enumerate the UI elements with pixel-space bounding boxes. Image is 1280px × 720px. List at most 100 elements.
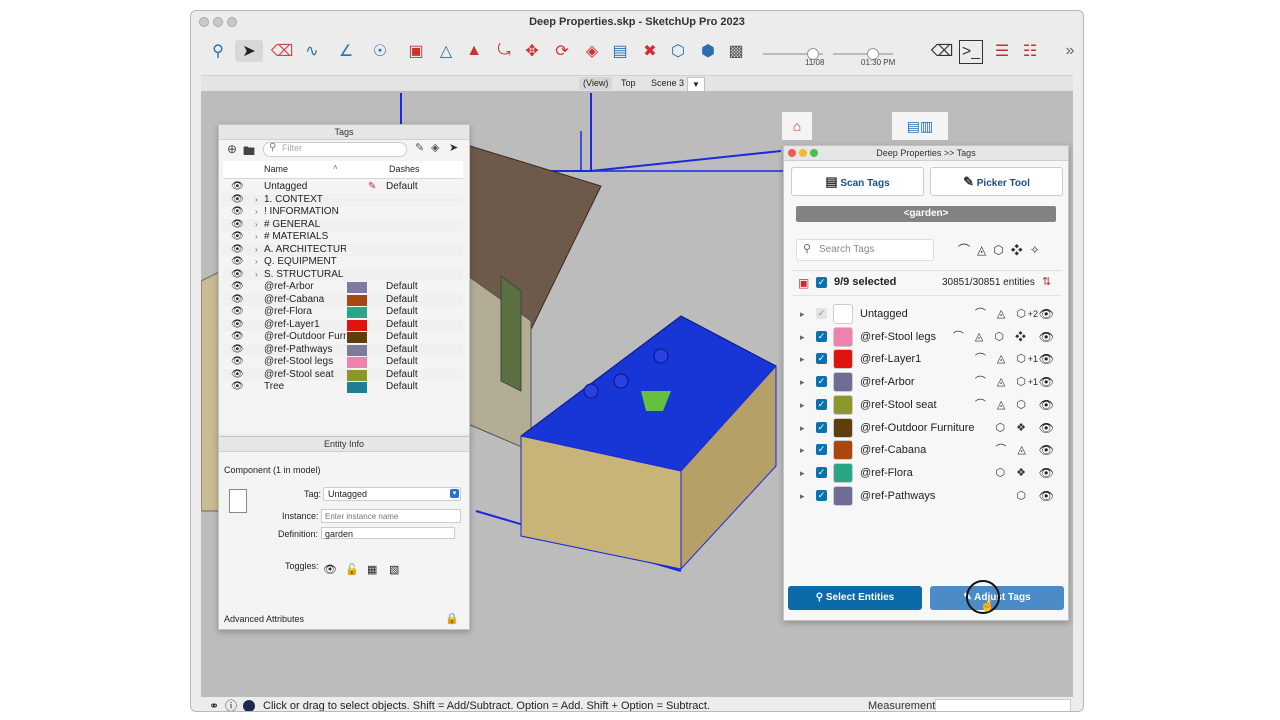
minimize-panel-button[interactable] [799, 149, 807, 157]
row-checkbox[interactable]: ✓ [816, 421, 827, 433]
tag-color-swatch[interactable] [347, 382, 367, 393]
visibility-eye-icon[interactable]: 👁 [1039, 394, 1054, 416]
deep-tag-row[interactable]: ▸ ✓ @ref-Pathways ⬡ 👁 [796, 485, 1060, 507]
user-avatar-icon[interactable] [243, 700, 255, 711]
tab-view[interactable]: (View) [579, 77, 613, 90]
circle-icon[interactable]: ☉ [369, 40, 391, 62]
color-by-tag-icon[interactable]: ◈ [431, 141, 439, 154]
deep-tag-row[interactable]: ▸ ✓ @ref-Cabana ⌒ ◬ 👁 [796, 439, 1060, 461]
tag-row[interactable]: 👁 @ref-Pathways Default [223, 343, 463, 357]
deep-tag-row[interactable]: ▸ ✓ @ref-Stool seat ⌒ ◬ ⬡ 👁 [796, 394, 1060, 416]
freehand-icon[interactable]: ∿ [301, 40, 323, 62]
visibility-eye-icon[interactable]: 👁 [231, 244, 244, 257]
visibility-eye-icon[interactable]: 👁 [1039, 485, 1054, 507]
tag-row[interactable]: 👁 @ref-Flora Default [223, 306, 463, 319]
expand-chevron-icon[interactable]: › [255, 269, 258, 282]
expand-chevron-icon[interactable]: ▸ [800, 326, 805, 348]
tape-icon[interactable]: ⬢ [697, 40, 719, 62]
details-arrow-icon[interactable]: ➤ [449, 141, 458, 154]
tag-color-swatch[interactable] [347, 344, 367, 356]
visibility-eye-icon[interactable]: 👁 [1039, 326, 1054, 348]
rotate-icon[interactable]: ⟳ [551, 40, 573, 62]
tag-color-swatch[interactable] [347, 332, 367, 343]
visibility-eye-icon[interactable]: 👁 [231, 256, 244, 269]
warehouse-icon[interactable]: ⌂ [781, 111, 813, 141]
visibility-eye-icon[interactable]: 👁 [231, 331, 244, 344]
tag-dash[interactable]: Default [386, 306, 418, 319]
deep-tag-row[interactable]: ▸ ✓ Untagged ⌒ ◬ ⬡ +2 👁 [796, 303, 1060, 325]
select-icon[interactable]: ➤ [235, 40, 263, 62]
tag-color-swatch[interactable] [833, 326, 853, 347]
deep-tag-row[interactable]: ▸ ✓ @ref-Layer1 ⌒ ◬ ⬡ +1 👁 [796, 348, 1060, 370]
tag-dash[interactable]: Default [386, 281, 418, 294]
expand-chevron-icon[interactable]: ▸ [800, 303, 805, 325]
picker-tool-button[interactable]: ✎ Picker Tool [930, 167, 1063, 196]
tag-color-swatch[interactable] [833, 462, 853, 483]
row-checkbox[interactable]: ✓ [816, 398, 827, 410]
cast-shadows-icon[interactable]: ▦ [367, 563, 377, 576]
deep-tag-row[interactable]: ▸ ✓ @ref-Arbor ⌒ ◬ ⬡ +1 👁 [796, 371, 1060, 393]
eraser-icon[interactable]: ⌫ [271, 40, 294, 62]
visibility-eye-icon[interactable]: 👁 [1039, 417, 1054, 439]
instance-name-field[interactable] [321, 509, 461, 523]
expand-chevron-icon[interactable]: › [255, 206, 258, 219]
visibility-eye-icon[interactable]: 👁 [1039, 303, 1054, 325]
scenes-dropdown-button[interactable]: ▼ [687, 77, 705, 92]
tag-color-swatch[interactable] [833, 485, 853, 506]
close-window-button[interactable] [199, 17, 209, 27]
overflow-chevron-icon[interactable]: » [1059, 40, 1081, 62]
visibility-eye-icon[interactable]: 👁 [231, 344, 244, 357]
section-icon[interactable]: △ [435, 40, 457, 62]
tag-color-swatch[interactable] [833, 304, 853, 324]
row-checkbox[interactable]: ✓ [816, 308, 827, 319]
tag-dash[interactable]: Default [386, 181, 418, 194]
tag-row[interactable]: 👁 › 1. CONTEXT [223, 193, 463, 207]
row-checkbox[interactable]: ✓ [816, 330, 827, 342]
expand-chevron-icon[interactable]: ▸ [800, 417, 805, 439]
tag-row[interactable]: 👁 › # MATERIALS [223, 231, 463, 244]
minimize-window-button[interactable] [213, 17, 223, 27]
visibility-eye-icon[interactable]: 👁 [1039, 371, 1054, 393]
row-checkbox[interactable]: ✓ [816, 466, 827, 478]
geo-location-icon[interactable]: ⚭ [209, 697, 219, 711]
visibility-eye-icon[interactable]: 👁 [231, 306, 244, 319]
column-dashes[interactable]: Dashes [389, 164, 420, 174]
zoom-panel-button[interactable] [810, 149, 818, 157]
filter-type-icons[interactable]: ⌒◬⬡❖✧ [958, 241, 1047, 258]
tag-color-swatch[interactable] [347, 294, 367, 306]
close-panel-button[interactable] [788, 149, 796, 157]
tag-color-swatch[interactable] [347, 357, 367, 368]
expand-chevron-icon[interactable]: ▸ [800, 439, 805, 461]
follow-me-icon[interactable]: ⤿ [493, 40, 515, 62]
tag-dash[interactable]: Default [386, 356, 418, 369]
lock-icon[interactable]: 🔒 [445, 612, 459, 625]
expand-chevron-icon[interactable]: ▸ [800, 485, 805, 507]
visibility-eye-icon[interactable]: 👁 [1039, 348, 1054, 370]
tag-dash[interactable]: Default [386, 381, 418, 394]
tag-dash[interactable]: Default [386, 369, 418, 382]
tag-color-swatch[interactable] [833, 349, 853, 370]
visibility-eye-icon[interactable]: 👁 [231, 194, 244, 207]
tag-row[interactable]: 👁 @ref-Arbor Default [223, 281, 463, 294]
tag-row[interactable]: 👁 @ref-Cabana Default [223, 293, 463, 307]
tag-row[interactable]: 👁 Tree Default [223, 381, 463, 394]
deep-properties-toolbar-icon[interactable]: ▤▥ [891, 111, 949, 141]
visibility-eye-icon[interactable]: 👁 [231, 369, 244, 382]
visibility-eye-icon[interactable]: 👁 [231, 231, 244, 244]
tag-color-swatch[interactable] [833, 440, 853, 461]
expand-chevron-icon[interactable]: ▸ [800, 348, 805, 370]
tag-color-swatch[interactable] [347, 282, 367, 293]
expand-chevron-icon[interactable]: ▸ [800, 394, 805, 416]
tab-scene-3[interactable]: Scene 3 [647, 77, 688, 90]
definition-field[interactable]: garden [321, 527, 455, 539]
visibility-eye-icon[interactable]: 👁 [231, 294, 244, 307]
line-icon[interactable]: ∠ [335, 40, 357, 62]
row-checkbox[interactable]: ✓ [816, 444, 827, 456]
expand-chevron-icon[interactable]: › [255, 256, 258, 269]
column-name[interactable]: Name [264, 164, 288, 174]
offset-icon[interactable]: ✖ [639, 40, 661, 62]
pencil-icon[interactable]: ✎ [415, 141, 424, 154]
sort-icon[interactable]: ⇅ [1042, 275, 1051, 288]
visibility-eye-icon[interactable]: 👁 [231, 206, 244, 219]
move-icon[interactable]: ✥ [521, 40, 543, 62]
